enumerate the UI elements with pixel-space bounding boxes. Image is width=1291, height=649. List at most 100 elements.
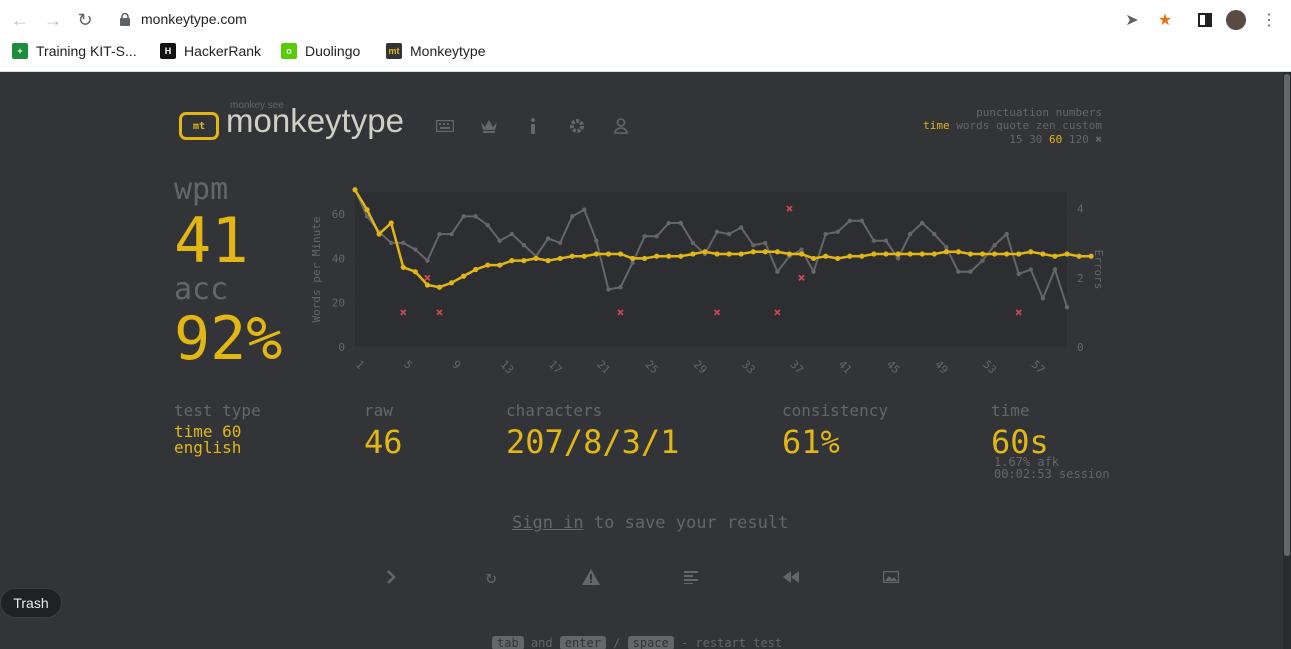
wpm-label: wpm [174, 172, 229, 207]
characters-label: characters [506, 401, 603, 420]
x-tick-label: 57 [1029, 358, 1048, 377]
y2-tick-label: 0 [1077, 341, 1084, 354]
x-tick-label: 5 [401, 358, 415, 372]
menu-icon[interactable]: ⋮ [1259, 10, 1279, 30]
wpm-point [1040, 251, 1046, 257]
raw-point [497, 238, 503, 243]
config-mode-row: time words quote zen custom [923, 119, 1102, 132]
consistency-label: consistency [782, 401, 888, 420]
x-tick-label: 9 [449, 358, 463, 372]
wpm-point [835, 255, 841, 262]
bookmark-monkeytype[interactable]: mt Monkeytype [386, 43, 485, 59]
user-icon[interactable] [611, 116, 631, 136]
replay-icon[interactable] [780, 566, 802, 588]
wpm-point [533, 255, 539, 262]
side-panel-icon[interactable] [1195, 10, 1215, 30]
key-tab: tab [492, 636, 524, 649]
raw-point [726, 231, 732, 237]
wpm-point [823, 253, 829, 259]
address-bar[interactable]: monkeytype.com [108, 5, 1188, 35]
raw-point [461, 214, 466, 219]
wpm-point [931, 251, 937, 257]
wpm-point [919, 251, 925, 257]
scrollbar-thumb[interactable] [1284, 74, 1290, 556]
mode-others[interactable]: words quote zen custom [956, 119, 1102, 132]
signin-link[interactable]: Sign in [512, 513, 584, 533]
wpm-point [943, 249, 949, 255]
raw-point [437, 231, 442, 237]
footer-hint: tab and enter / space - restart test [492, 636, 782, 649]
restart-icon[interactable]: ↻ [480, 566, 502, 588]
duration-options[interactable]: 15 30 [1009, 133, 1042, 146]
bookmark-duolingo[interactable]: o Duolingo [281, 43, 360, 59]
bookmark-label: HackerRank [184, 43, 262, 59]
key-space: space [627, 636, 674, 649]
raw-point [413, 247, 418, 252]
wpm-point [436, 284, 443, 290]
bookmark-hackerrank[interactable]: H HackerRank [160, 43, 261, 59]
gear-icon[interactable] [567, 116, 587, 136]
wpm-point [967, 251, 974, 257]
raw-point [1028, 267, 1033, 272]
raw-value: 46 [364, 423, 403, 461]
footer-text: - restart test [673, 636, 783, 649]
footer-text: and [523, 636, 560, 649]
wpm-point [557, 255, 563, 262]
wpm-point [774, 249, 780, 255]
raw-point [690, 240, 696, 246]
lock-icon [120, 13, 130, 26]
bookmark-star-icon[interactable]: ★ [1155, 10, 1175, 30]
acc-value: 92% [174, 304, 283, 374]
keyboard-icon[interactable] [435, 116, 455, 136]
next-test-icon[interactable] [380, 566, 402, 588]
raw-point [389, 240, 394, 246]
report-icon[interactable] [580, 566, 602, 588]
raw-point [449, 231, 454, 237]
words-history-icon[interactable] [680, 566, 702, 588]
wpm-point [883, 251, 889, 257]
x-tick-label: 37 [787, 358, 806, 377]
footer-text: / [605, 636, 628, 649]
trash-chip[interactable]: Trash [0, 588, 62, 618]
reload-icon[interactable]: ↻ [74, 9, 96, 31]
acc-label: acc [174, 272, 229, 307]
raw-point [799, 247, 804, 252]
raw-point [714, 229, 720, 235]
duration-active[interactable]: 60 [1049, 133, 1062, 146]
back-icon[interactable]: ← [9, 9, 31, 31]
raw-point [895, 256, 901, 261]
wpm-point [690, 251, 696, 257]
raw-point [1052, 267, 1058, 272]
wpm-point [1016, 251, 1022, 257]
raw-point [654, 234, 659, 239]
raw-point [509, 231, 515, 237]
raw-point [545, 236, 551, 241]
wpm-point [979, 251, 986, 257]
bookmark-training[interactable]: + Training KIT-S... [12, 43, 137, 59]
wpm-point [859, 253, 865, 259]
logo-icon[interactable]: mt [179, 112, 219, 140]
crown-icon[interactable] [479, 116, 499, 136]
wpm-point [871, 251, 877, 257]
x-tick-label: 29 [691, 358, 710, 377]
logo-text[interactable]: monkeytype [226, 102, 404, 140]
x-tick-label: 13 [498, 358, 517, 377]
screenshot-icon[interactable] [880, 566, 902, 588]
custom-tool-icon[interactable]: ✖ [1095, 133, 1102, 146]
y-tick-label: 60 [332, 208, 345, 221]
raw-point [1040, 296, 1046, 301]
forward-icon[interactable]: → [42, 9, 64, 31]
wpm-point [750, 249, 756, 255]
wpm-point [412, 269, 418, 275]
config-mode-toggles[interactable]: punctuation numbers [976, 106, 1102, 119]
info-icon[interactable] [523, 116, 543, 136]
duolingo-icon: o [281, 43, 297, 59]
y-tick-label: 0 [338, 341, 345, 354]
profile-avatar[interactable] [1226, 10, 1246, 30]
mode-time[interactable]: time [923, 119, 950, 132]
send-icon[interactable]: ➤ [1122, 10, 1142, 30]
duration-more[interactable]: 120 [1069, 133, 1089, 146]
x-tick-label: 25 [643, 358, 662, 377]
url-text: monkeytype.com [141, 11, 247, 27]
y2-tick-label: 2 [1077, 272, 1084, 285]
